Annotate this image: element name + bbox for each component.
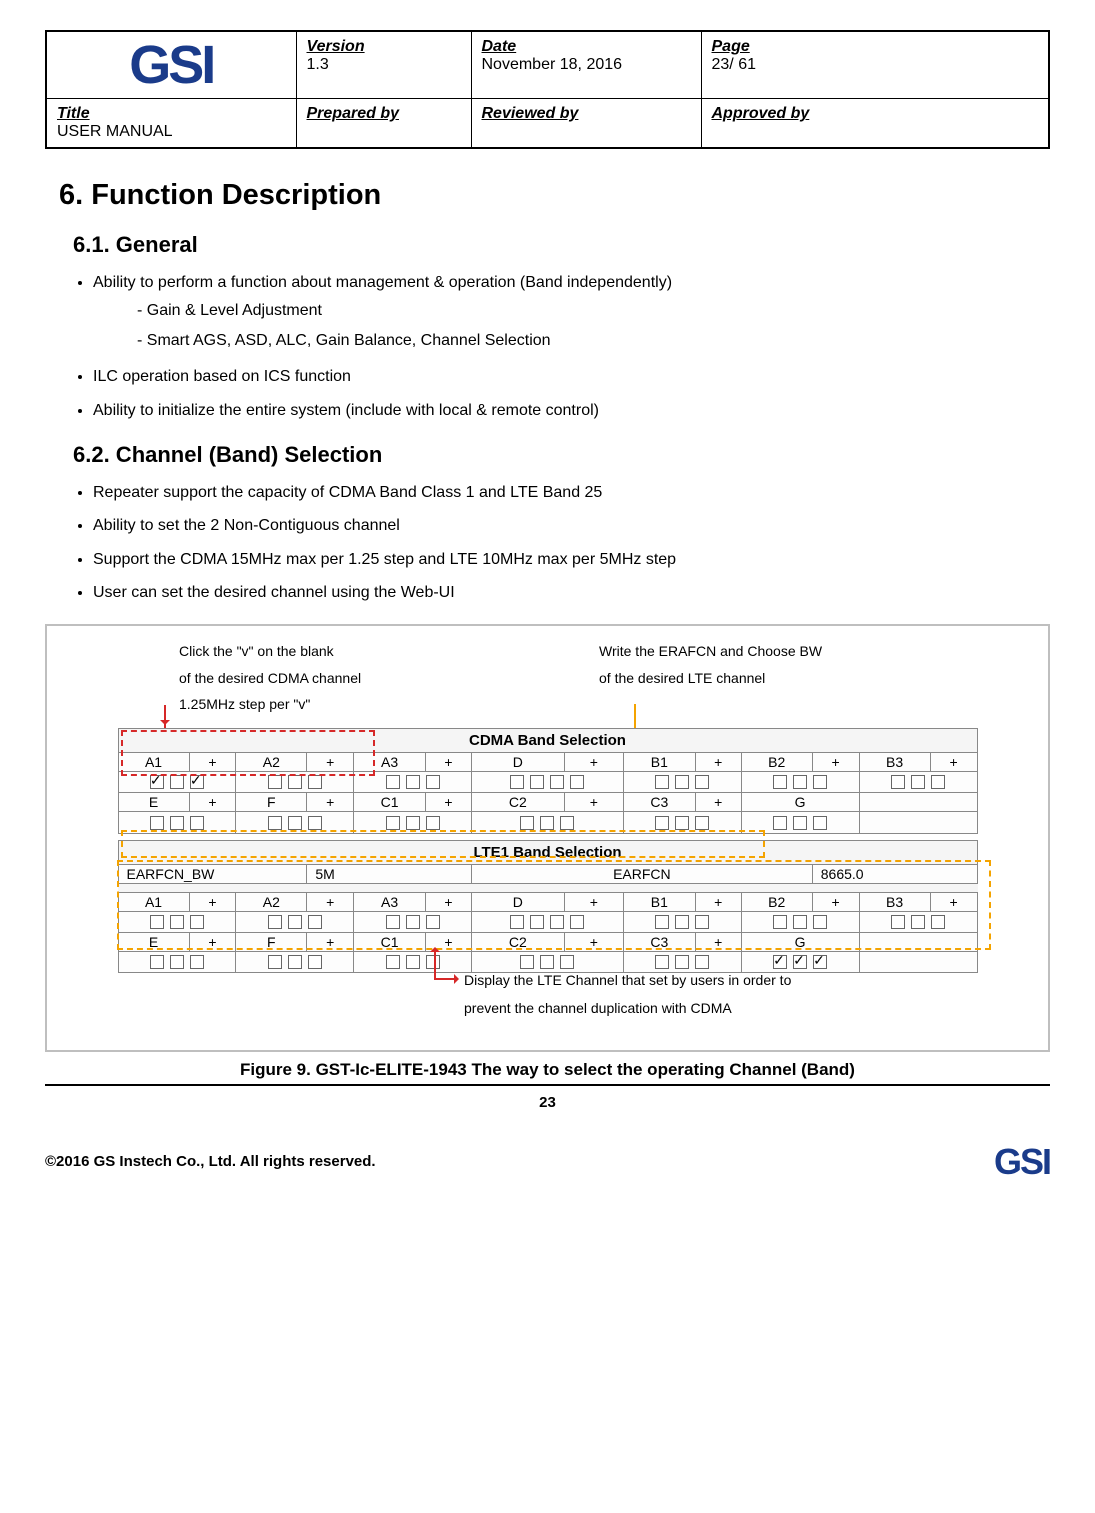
lte-earfcn-row: EARFCN_BW 5M EARFCN 8665.0 bbox=[118, 864, 977, 883]
section-heading: 6. Function Description bbox=[59, 179, 1050, 212]
arrow-up-red-icon bbox=[434, 950, 436, 978]
cdma-title: CDMA Band Selection bbox=[118, 728, 977, 752]
earfcn-bw-value[interactable]: 5M bbox=[307, 864, 472, 883]
bullet-item: Ability to initialize the entire system … bbox=[93, 398, 1050, 424]
reviewed-label: Reviewed by bbox=[482, 105, 579, 122]
bullet-item: ILC operation based on ICS function bbox=[93, 364, 1050, 390]
page-value: 23/ 61 bbox=[712, 52, 756, 73]
date-value: November 18, 2016 bbox=[482, 52, 623, 73]
subsection-6-2: 6.2. Channel (Band) Selection bbox=[73, 442, 1050, 468]
lte-header-row-2: E+ F+ C1+ C2+ C3+ G bbox=[118, 932, 977, 951]
lte-title: LTE1 Band Selection bbox=[118, 840, 977, 864]
bullet-item: Ability to set the 2 Non-Contiguous chan… bbox=[93, 513, 1050, 539]
cdma-checkbox-row-2 bbox=[118, 812, 977, 833]
arrow-down-red-icon bbox=[164, 705, 166, 729]
lte-checkbox-row-1 bbox=[118, 911, 977, 932]
copyright-text: ©2016 GS Instech Co., Ltd. All rights re… bbox=[45, 1153, 376, 1170]
sub-bullet: - Smart AGS, ASD, ALC, Gain Balance, Cha… bbox=[137, 326, 1050, 356]
channel-bullets: Repeater support the capacity of CDMA Ba… bbox=[45, 480, 1050, 606]
annotation-lte: Write the ERAFCN and Choose BW of the de… bbox=[599, 638, 919, 718]
bullet-item: User can set the desired channel using t… bbox=[93, 580, 1050, 606]
annotation-cdma: Click the "v" on the blank of the desire… bbox=[179, 638, 459, 718]
document-header-table: GSI Version 1.3 Date November 18, 2016 P… bbox=[45, 30, 1050, 149]
figure-caption: Figure 9. GST-Ic-ELITE-1943 The way to s… bbox=[45, 1060, 1050, 1080]
footer-logo-gsi: GSI bbox=[994, 1141, 1050, 1183]
page-footer: ©2016 GS Instech Co., Ltd. All rights re… bbox=[45, 1141, 1050, 1183]
logo-gsi: GSI bbox=[57, 38, 286, 92]
logo-cell: GSI bbox=[46, 31, 296, 99]
earfcn-label: EARFCN bbox=[471, 864, 812, 883]
version-value: 1.3 bbox=[307, 52, 329, 73]
earfcn-bw-label: EARFCN_BW bbox=[118, 864, 307, 883]
title-value: USER MANUAL bbox=[57, 119, 173, 140]
cdma-header-row-2: E+ F+ C1+ C2+ C3+ G bbox=[118, 793, 977, 812]
approved-label: Approved by bbox=[712, 105, 810, 122]
lte-band-selection-table: LTE1 Band Selection EARFCN_BW 5M EARFCN … bbox=[118, 840, 978, 974]
general-bullets: Ability to perform a function about mana… bbox=[45, 270, 1050, 424]
bullet-item: Ability to perform a function about mana… bbox=[93, 270, 1050, 356]
lte-header-row-1: A1+ A2+ A3+ D+ B1+ B2+ B3+ bbox=[118, 892, 977, 911]
annotation-bottom: Display the LTE Channel that set by user… bbox=[464, 966, 944, 1022]
sub-bullet: - Gain & Level Adjustment bbox=[137, 296, 1050, 326]
top-annotations: Click the "v" on the blank of the desire… bbox=[179, 638, 1036, 718]
page-number: 23 bbox=[45, 1094, 1050, 1111]
subsection-6-1: 6.1. General bbox=[73, 232, 1050, 258]
bullet-item: Repeater support the capacity of CDMA Ba… bbox=[93, 480, 1050, 506]
earfcn-value[interactable]: 8665.0 bbox=[812, 864, 977, 883]
bullet-item: Support the CDMA 15MHz max per 1.25 step… bbox=[93, 547, 1050, 573]
cdma-band-selection-table: CDMA Band Selection A1+ A2+ A3+ D+ B1+ B… bbox=[118, 728, 978, 834]
figure-9-box: Click the "v" on the blank of the desire… bbox=[45, 624, 1050, 1052]
arrow-right-red-icon bbox=[434, 978, 456, 980]
page-divider bbox=[45, 1084, 1050, 1086]
cdma-header-row-1: A1+ A2+ A3+ D+ B1+ B2+ B3+ bbox=[118, 752, 977, 771]
cdma-checkbox-row-1 bbox=[118, 771, 977, 792]
prepared-label: Prepared by bbox=[307, 105, 399, 122]
